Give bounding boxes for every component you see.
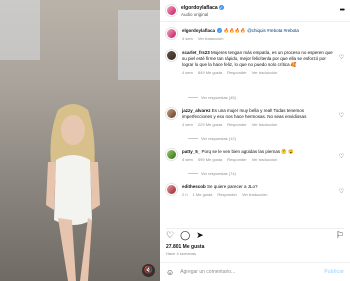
comment-time: 4 sem: [182, 70, 193, 75]
video-person: [46, 104, 100, 281]
comment-time: 4 sem: [182, 157, 193, 162]
translation-link[interactable]: Ver traducción: [242, 192, 268, 197]
bookmark-icon[interactable]: ⚐: [336, 230, 344, 240]
comment-username[interactable]: jazzy_alvarez: [182, 108, 211, 113]
heart-icon[interactable]: ♡: [339, 153, 344, 160]
caption-emojis: 🔥🔥🔥🔥: [223, 28, 246, 33]
post-date: Hace 4 semanas: [166, 251, 197, 256]
comment-likes[interactable]: 1 Me gusta: [193, 192, 213, 197]
post-header: elgordoylaflaca ✓ Audio original •••: [160, 0, 350, 22]
post-username[interactable]: elgordoylaflaca ✓: [181, 5, 224, 11]
heart-icon[interactable]: ♡: [339, 112, 344, 119]
comment-item: scarlet_frs23 Mujeres tengan más empatía…: [166, 50, 344, 91]
view-replies[interactable]: Ver respuestas (74): [188, 171, 344, 176]
caption-tags[interactable]: @chiquis #rebota #rebota: [247, 28, 299, 33]
translation-link[interactable]: Ver traducción: [252, 157, 278, 162]
action-bar: ♡ ◯ ➤ ⚐: [166, 228, 344, 240]
avatar[interactable]: [166, 28, 177, 39]
video-player[interactable]: 🔇: [0, 0, 160, 281]
comment-text: Porq se le ven bien agüidas las piernas …: [201, 149, 294, 154]
post-button[interactable]: Publicar: [324, 269, 344, 275]
heart-icon[interactable]: ♡: [166, 230, 174, 240]
translation-link[interactable]: Ver traducción: [252, 122, 278, 127]
avatar[interactable]: [166, 149, 177, 160]
likes-count[interactable]: 27.801 Me gusta: [166, 244, 204, 250]
caption-time: 4 sem: [182, 36, 193, 41]
add-comment-bar: ☺ Agregar un comentario... Publicar: [160, 262, 350, 281]
comment-likes[interactable]: 599 Me gusta: [198, 157, 222, 162]
comment-time: 2 h: [182, 192, 188, 197]
reply-button[interactable]: Responder: [227, 157, 247, 162]
reply-button[interactable]: Responder: [227, 70, 247, 75]
comment-icon[interactable]: ◯: [180, 230, 190, 240]
avatar[interactable]: [166, 184, 177, 195]
comments-list: elgordoylaflaca ✓ 🔥🔥🔥🔥 @chiquis #rebota …: [160, 24, 350, 224]
caption: elgordoylaflaca ✓ 🔥🔥🔥🔥 @chiquis #rebota …: [166, 24, 344, 50]
caption-username[interactable]: elgordoylaflaca: [182, 28, 215, 33]
translation-link[interactable]: Ver traducción: [198, 36, 224, 41]
comment-input[interactable]: Agregar un comentario...: [180, 269, 324, 275]
avatar[interactable]: [166, 108, 177, 119]
volume-icon[interactable]: 🔇: [142, 264, 155, 277]
share-icon[interactable]: ➤: [196, 230, 204, 240]
reply-button[interactable]: Responder: [217, 192, 237, 197]
verified-icon: ✓: [217, 28, 223, 34]
comment-item: edithescob Se quiere parecer a JLo? 2 h 1…: [166, 184, 344, 202]
avatar[interactable]: [166, 5, 177, 16]
avatar[interactable]: [166, 50, 177, 61]
background-window: [0, 0, 40, 60]
comment-likes[interactable]: 229 Me gusta: [198, 122, 222, 127]
heart-icon[interactable]: ♡: [339, 188, 344, 195]
comment-username[interactable]: edithescob: [182, 184, 206, 189]
heart-icon[interactable]: ♡: [339, 54, 344, 61]
translation-link[interactable]: Ver traducción: [252, 70, 278, 75]
more-icon[interactable]: •••: [340, 7, 345, 14]
comment-likes[interactable]: 849 Me gusta: [198, 70, 222, 75]
comment-username[interactable]: patty_5_: [182, 149, 200, 154]
post-panel: elgordoylaflaca ✓ Audio original ••• elgo…: [160, 0, 350, 281]
view-replies[interactable]: Ver respuestas (12): [188, 136, 344, 141]
emoji-icon[interactable]: ☺: [166, 268, 174, 277]
verified-icon: ✓: [218, 4, 224, 10]
comment-item: jazzy_alvarez Es una mujer muy bella y r…: [166, 108, 344, 132]
comment-item: patty_5_ Porq se le ven bien agüidas las…: [166, 149, 344, 167]
background-window: [118, 10, 160, 80]
comment-time: 4 sem: [182, 122, 193, 127]
comment-username[interactable]: scarlet_frs23: [182, 50, 210, 55]
reply-button[interactable]: Responder: [227, 122, 247, 127]
comment-text: Se quiere parecer a JLo?: [207, 184, 258, 189]
audio-label[interactable]: Audio original: [181, 12, 224, 17]
view-replies[interactable]: Ver respuestas (45): [188, 95, 344, 100]
